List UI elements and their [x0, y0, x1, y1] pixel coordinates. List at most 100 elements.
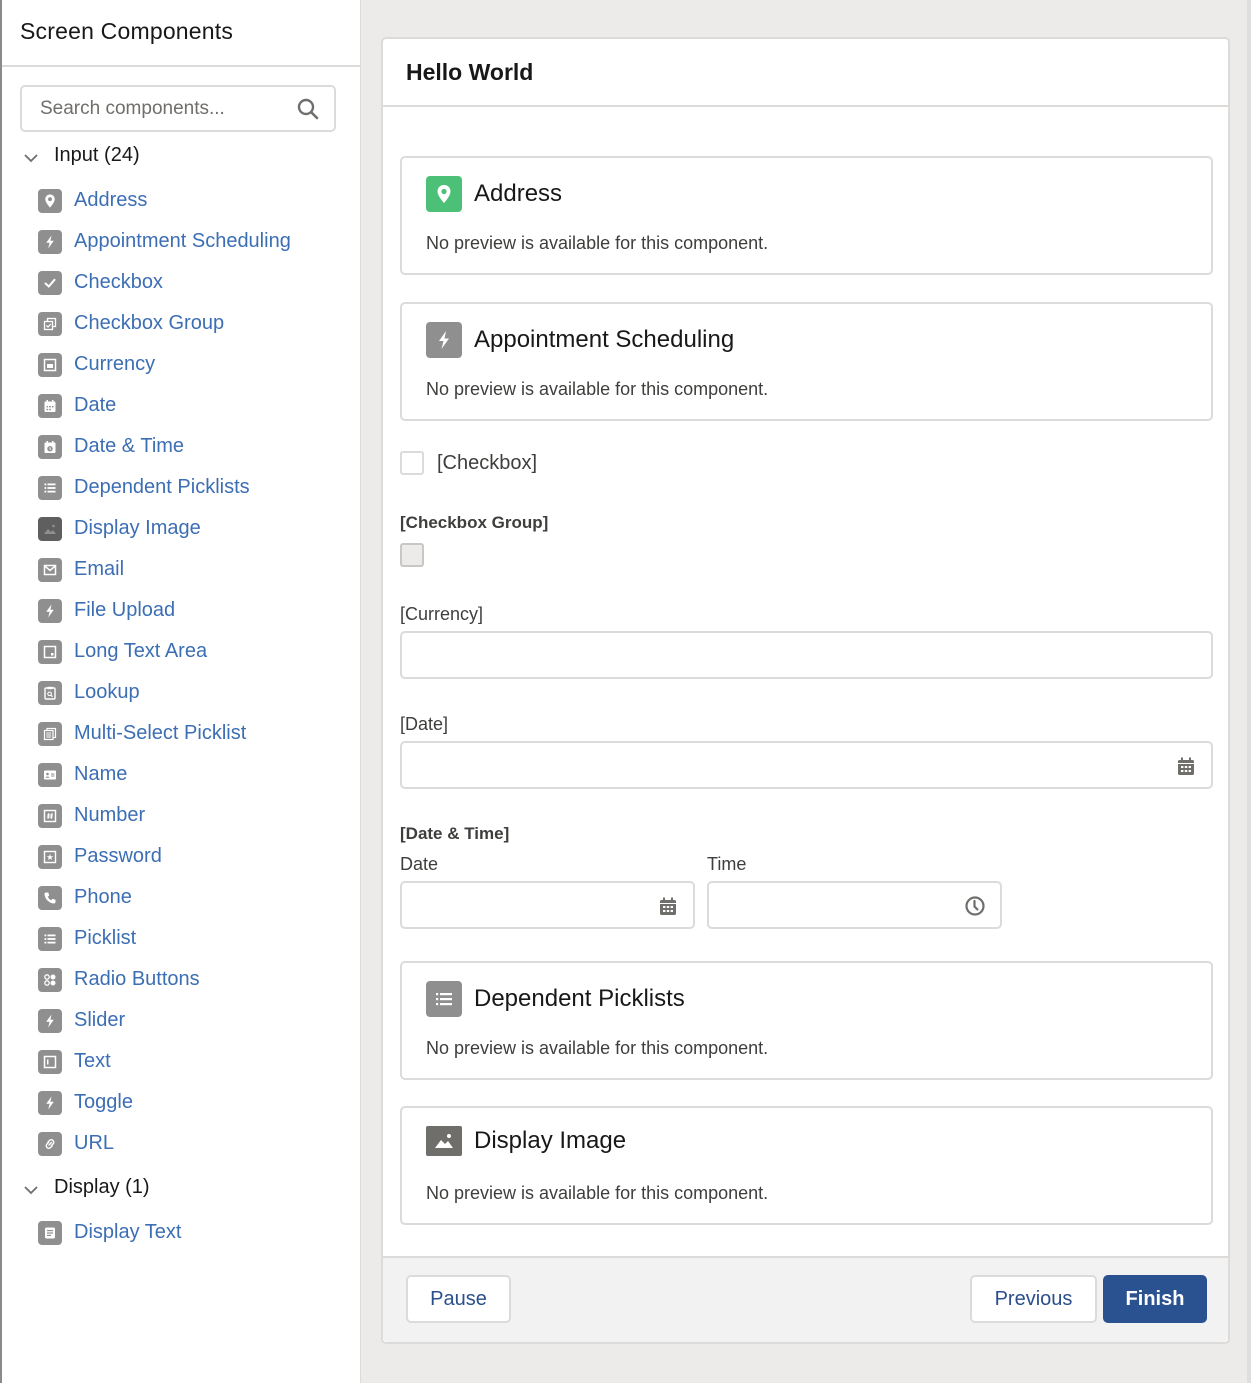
checkbox-input[interactable] — [400, 451, 424, 475]
component-item-text[interactable]: Text — [38, 1041, 291, 1082]
date-input[interactable] — [402, 743, 1211, 787]
image-icon — [38, 516, 62, 541]
clock-icon[interactable] — [964, 895, 986, 917]
component-item-phone[interactable]: Phone — [38, 877, 291, 918]
component-item-slider[interactable]: Slider — [38, 1000, 291, 1041]
date-time-time-input[interactable] — [709, 883, 1000, 927]
component-item-label: Phone — [74, 886, 132, 908]
component-item-label: Email — [74, 558, 125, 580]
search-components-box[interactable] — [20, 85, 336, 132]
component-item-display-text[interactable]: Display Text — [38, 1212, 181, 1253]
list-icon — [38, 475, 62, 500]
component-item-currency[interactable]: Currency — [38, 344, 291, 385]
location-pin-icon — [426, 176, 462, 212]
component-item-display-image[interactable]: Display Image — [38, 508, 291, 549]
component-item-label: Picklist — [74, 927, 137, 949]
component-item-label: Address — [74, 189, 148, 211]
component-item-name[interactable]: Name — [38, 754, 291, 795]
multi-select-icon — [38, 721, 62, 746]
section-input-toggle[interactable]: Input (24) — [22, 144, 140, 167]
component-item-password[interactable]: Password — [38, 836, 291, 877]
address-component-card[interactable]: Address No preview is available for this… — [400, 156, 1213, 275]
component-item-long-text-area[interactable]: Long Text Area — [38, 631, 291, 672]
component-item-label: Currency — [74, 353, 156, 375]
component-item-lookup[interactable]: Lookup — [38, 672, 291, 713]
radio-buttons-icon — [38, 967, 62, 992]
lightning-bolt-icon — [38, 598, 62, 623]
screen-preview-canvas: Hello World Address No preview is availa… — [381, 37, 1230, 1344]
component-item-checkbox-group[interactable]: Checkbox Group — [38, 303, 291, 344]
date-field[interactable] — [400, 741, 1213, 789]
link-icon — [38, 1131, 62, 1156]
right-scrollbar-track[interactable] — [1247, 0, 1251, 1383]
component-item-picklist[interactable]: Picklist — [38, 918, 291, 959]
card-title: Appointment Scheduling — [474, 326, 735, 353]
component-item-label: Long Text Area — [74, 640, 208, 662]
calendar-icon[interactable] — [1175, 755, 1197, 777]
component-item-label: Date & Time — [74, 435, 185, 457]
panel-title: Screen Components — [2, 0, 360, 67]
finish-button[interactable]: Finish — [1103, 1275, 1207, 1323]
search-icon[interactable] — [296, 97, 320, 121]
component-item-label: Name — [74, 763, 128, 785]
card-title: Address — [474, 180, 563, 207]
date-label: [Date] — [400, 714, 449, 734]
chevron-down-icon — [24, 1185, 38, 1194]
card-description: No preview is available for this compone… — [426, 1183, 769, 1203]
section-display-toggle[interactable]: Display (1) — [22, 1176, 150, 1199]
phone-icon — [38, 885, 62, 910]
component-item-email[interactable]: Email — [38, 549, 291, 590]
screen-components-panel: Screen Components Input (24) Address Appo… — [0, 0, 361, 1383]
calendar-clock-icon — [38, 434, 62, 459]
component-item-label: Multi-Select Picklist — [74, 722, 247, 744]
screen-title: Hello World — [383, 39, 1228, 107]
component-item-number[interactable]: Number — [38, 795, 291, 836]
display-image-component-card[interactable]: Display Image No preview is available fo… — [400, 1106, 1213, 1225]
contact-card-icon — [38, 762, 62, 787]
component-item-url[interactable]: URL — [38, 1123, 291, 1164]
component-item-label: Display Image — [74, 517, 201, 539]
lightning-bolt-icon — [38, 1090, 62, 1115]
chevron-down-icon — [24, 153, 38, 162]
hash-icon — [38, 803, 62, 828]
component-item-label: Radio Buttons — [74, 968, 200, 990]
input-components-list: Address Appointment Scheduling Checkbox Che… — [38, 180, 291, 1164]
calendar-icon[interactable] — [657, 895, 679, 917]
search-components-input[interactable] — [22, 87, 272, 130]
card-description: No preview is available for this compone… — [426, 233, 769, 253]
flow-navigation-footer: Pause Previous Finish — [383, 1256, 1228, 1342]
checkbox-group-option[interactable] — [400, 543, 424, 567]
currency-field[interactable] — [400, 631, 1213, 679]
date-time-date-input[interactable] — [402, 883, 693, 927]
component-item-radio-buttons[interactable]: Radio Buttons — [38, 959, 291, 1000]
component-item-toggle[interactable]: Toggle — [38, 1082, 291, 1123]
card-title: Display Image — [474, 1127, 627, 1154]
component-item-label: Lookup — [74, 681, 140, 703]
component-item-address[interactable]: Address — [38, 180, 291, 221]
text-field-icon — [38, 1049, 62, 1074]
appointment-scheduling-component-card[interactable]: Appointment Scheduling No preview is ava… — [400, 302, 1213, 421]
currency-input[interactable] — [402, 633, 1211, 677]
checkbox-label: [Checkbox] — [437, 452, 538, 474]
checkbox-group-label: [Checkbox Group] — [400, 513, 549, 532]
component-item-dependent-picklists[interactable]: Dependent Picklists — [38, 467, 291, 508]
time-sublabel: Time — [707, 854, 747, 874]
dependent-picklists-component-card[interactable]: Dependent Picklists No preview is availa… — [400, 961, 1213, 1080]
component-item-label: Appointment Scheduling — [74, 230, 291, 252]
card-description: No preview is available for this compone… — [426, 1038, 769, 1058]
previous-button[interactable]: Previous — [970, 1275, 1097, 1323]
calendar-icon — [38, 393, 62, 418]
component-item-label: Toggle — [74, 1091, 133, 1113]
component-item-label: Date — [74, 394, 117, 416]
component-item-file-upload[interactable]: File Upload — [38, 590, 291, 631]
component-item-appointment-scheduling[interactable]: Appointment Scheduling — [38, 221, 291, 262]
location-pin-icon — [38, 188, 62, 213]
component-item-multi-select-picklist[interactable]: Multi-Select Picklist — [38, 713, 291, 754]
component-item-checkbox[interactable]: Checkbox — [38, 262, 291, 303]
date-time-date-field[interactable] — [400, 881, 695, 929]
date-time-time-field[interactable] — [707, 881, 1002, 929]
pause-button[interactable]: Pause — [406, 1275, 511, 1323]
component-item-date[interactable]: Date — [38, 385, 291, 426]
component-item-label: Checkbox — [74, 271, 163, 293]
component-item-date-time[interactable]: Date & Time — [38, 426, 291, 467]
